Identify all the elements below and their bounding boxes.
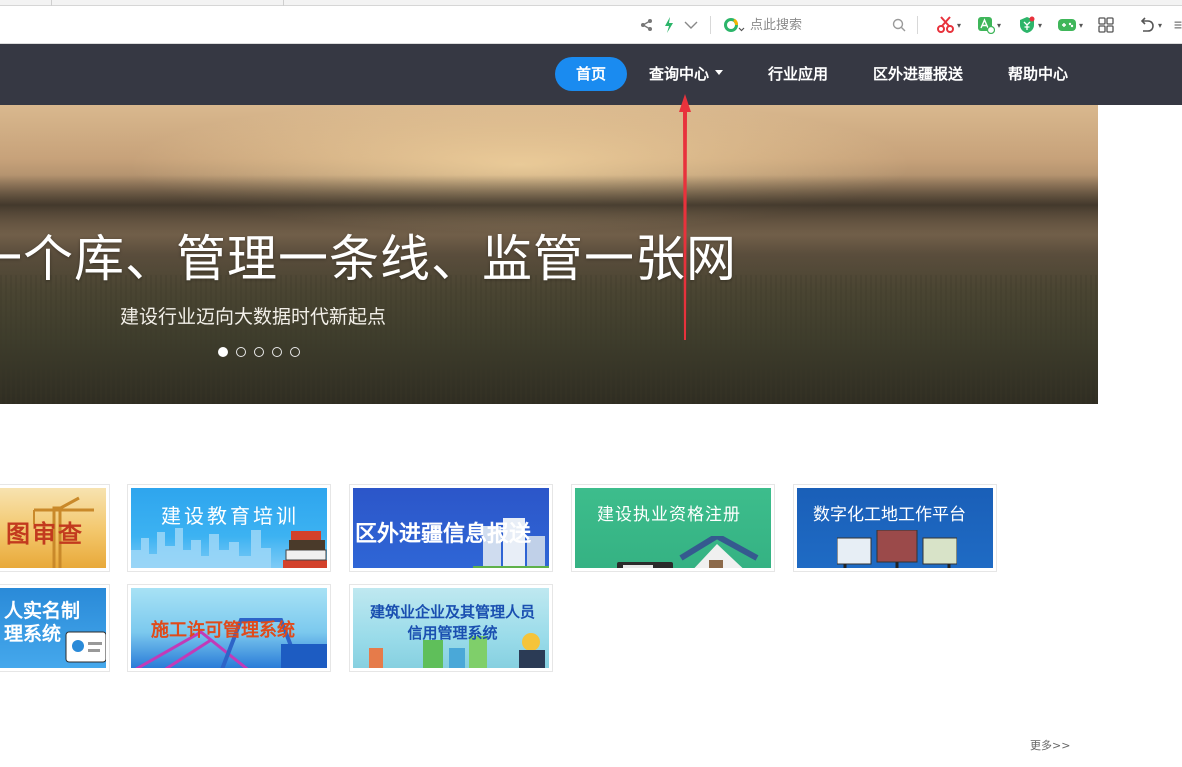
share-icon[interactable]	[638, 15, 656, 35]
carousel-dot[interactable]	[236, 347, 246, 357]
tile-qualification-registration[interactable]: 建设执业资格注册	[571, 484, 775, 572]
tile-label: 施工许可管理系统	[151, 620, 295, 641]
lightning-icon[interactable]	[662, 15, 676, 35]
dropdown-caret-icon	[715, 70, 723, 75]
monitor-screens-icon	[837, 530, 957, 568]
undo-icon[interactable]: ▾	[1133, 15, 1167, 35]
hero-subtitle: 建设行业迈向大数据时代新起点	[120, 306, 387, 328]
carousel-dot[interactable]	[254, 347, 264, 357]
scissors-icon[interactable]: ▾	[932, 15, 966, 35]
gamepad-icon[interactable]: ▾	[1053, 15, 1087, 35]
nav-item-industry-apps[interactable]: 行业应用	[757, 57, 839, 91]
tile-construction-education[interactable]: 建设教育培训	[127, 484, 331, 572]
nav-item-outside-reporting[interactable]: 区外进疆报送	[860, 57, 976, 91]
tile-label-line: 建筑业企业及其管理人员	[369, 603, 535, 621]
carousel-indicators	[218, 347, 300, 359]
carousel-dot[interactable]	[218, 347, 228, 357]
tile-label: 建设教育培训	[161, 504, 299, 528]
books-stack-icon	[283, 531, 327, 568]
nav-item-query-center[interactable]: 查询中心	[637, 57, 735, 91]
search-icon[interactable]	[890, 15, 908, 35]
tile-real-name-system[interactable]: 人实名制 理系统	[0, 584, 110, 672]
menu-icon[interactable]	[1174, 15, 1182, 35]
search-input[interactable]	[750, 15, 880, 35]
hero-title: 一个库、管理一条线、监管一张网	[0, 230, 737, 288]
apps-grid-icon[interactable]	[1096, 15, 1116, 35]
tile-digital-site-platform[interactable]: 数字化工地工作平台	[793, 484, 997, 572]
browser-search-box[interactable]	[718, 14, 912, 36]
nav-item-help-center[interactable]: 帮助中心	[997, 57, 1079, 91]
house-certificate-icon	[617, 536, 759, 568]
tile-label: 人实名制 理系统	[4, 600, 80, 646]
tile-label-line: 理系统	[4, 623, 62, 645]
chevron-down-icon[interactable]	[682, 15, 700, 35]
tile-label: 数字化工地工作平台	[813, 505, 966, 525]
carousel-dot[interactable]	[272, 347, 282, 357]
browser-window: ▾ ▾ ▾ ▾ ▾ 首页 查询中心 行业应用 区外进疆报送 帮助中心	[0, 0, 1182, 767]
tile-label-line: 信用管理系统	[407, 624, 498, 642]
toolbar-divider	[917, 16, 918, 34]
tile-outside-reporting[interactable]: 区外进疆信息报送	[349, 484, 553, 572]
tile-label: 建设执业资格注册	[597, 505, 741, 525]
more-link[interactable]: 更多>>	[1030, 737, 1070, 753]
tile-label: 建筑业企业及其管理人员 信用管理系统	[365, 602, 540, 644]
hero-background-field	[0, 275, 1098, 404]
tile-label-line: 人实名制	[4, 600, 81, 622]
nav-item-home[interactable]: 首页	[555, 57, 627, 91]
shield-icon[interactable]: ▾	[1013, 15, 1047, 35]
search-engine-icon[interactable]	[720, 15, 748, 35]
browser-toolbar: ▾ ▾ ▾ ▾ ▾	[0, 6, 1182, 44]
toolbar-divider	[710, 16, 711, 34]
tile-credit-management[interactable]: 建筑业企业及其管理人员 信用管理系统	[349, 584, 553, 672]
tile-drawing-review[interactable]: 图审查	[0, 484, 110, 572]
tile-construction-permit[interactable]: 施工许可管理系统	[127, 584, 331, 672]
carousel-dot[interactable]	[290, 347, 300, 357]
tile-label: 区外进疆信息报送	[355, 522, 532, 547]
site-navbar: 首页 查询中心 行业应用 区外进疆报送 帮助中心	[0, 44, 1182, 105]
nav-item-label: 查询中心	[648, 65, 709, 83]
tile-label: 图审查	[6, 520, 84, 548]
translate-icon[interactable]: ▾	[972, 15, 1006, 35]
hero-banner[interactable]: 一个库、管理一条线、监管一张网 建设行业迈向大数据时代新起点	[0, 105, 1098, 404]
